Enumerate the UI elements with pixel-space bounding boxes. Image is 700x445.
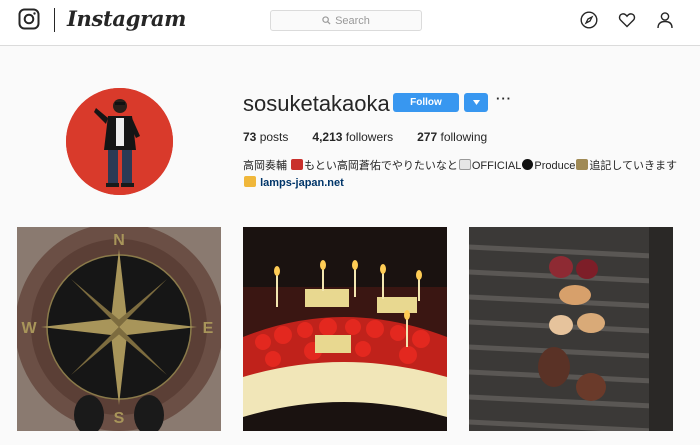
more-options-button[interactable]: ··· <box>496 91 512 106</box>
compass-letter-w: W <box>21 320 37 337</box>
profile-username: sosuketakaoka <box>243 91 390 116</box>
compass-letter-s: S <box>114 410 125 427</box>
nav-icons <box>580 11 674 29</box>
bio-text-1: もとい高岡蒼佑でやりたいなと <box>304 160 458 172</box>
eight-ball-icon <box>522 159 534 170</box>
profile-bio: 高岡奏輔 もとい高岡蒼佑でやりたいなと OFFICIAL Produce 追記していき… <box>243 158 683 192</box>
followers-count: 4,213 <box>312 130 343 144</box>
posts-stat: 73 posts <box>243 130 288 144</box>
compass-letter-e: E <box>203 320 214 337</box>
profile-user-icon[interactable] <box>656 11 674 29</box>
top-nav: Instagram Search <box>0 0 700 46</box>
followers-label: followers <box>345 130 394 144</box>
heart-activity-icon[interactable] <box>618 11 636 29</box>
birthday-cake-photo <box>243 227 447 431</box>
follow-button[interactable]: Follow <box>393 93 459 112</box>
bio-text-2: OFFICIAL <box>471 160 522 172</box>
compass-explore-icon[interactable] <box>580 11 598 29</box>
posts-label: posts <box>259 130 289 144</box>
following-stat[interactable]: 277 following <box>417 130 487 144</box>
instagram-camera-icon[interactable] <box>18 8 40 30</box>
following-label: following <box>440 130 488 144</box>
film-strip-icon <box>576 159 589 170</box>
grilled-food-photo <box>469 227 673 431</box>
writing-hand-icon <box>244 176 256 187</box>
compass-letter-n: N <box>113 232 125 249</box>
search-input[interactable]: Search <box>270 10 422 31</box>
avatar-person-image <box>66 88 173 195</box>
bio-text-3: Produce <box>534 160 576 172</box>
search-icon <box>322 16 331 25</box>
compass-floor-photo: N E S W <box>17 227 221 431</box>
bio-line-2: lamps-japan.net <box>243 175 683 192</box>
instagram-wordmark[interactable]: Instagram <box>67 6 186 31</box>
bio-website-link[interactable]: lamps-japan.net <box>260 177 344 189</box>
red-cup-icon <box>291 159 304 170</box>
following-count: 277 <box>417 130 438 144</box>
bio-name: 高岡奏輔 <box>243 160 287 172</box>
bio-text-4: 追記していきます <box>589 160 678 172</box>
search-placeholder: Search <box>335 14 370 27</box>
suggestions-dropdown-button[interactable] <box>464 93 488 112</box>
posts-count: 73 <box>243 130 257 144</box>
nav-divider <box>54 8 55 32</box>
dice-icon <box>458 159 471 170</box>
post-birthday-cake[interactable] <box>243 227 447 431</box>
post-compass[interactable]: N E S W <box>17 227 221 431</box>
followers-stat[interactable]: 4,213 followers <box>312 130 393 144</box>
profile-stats: 73 posts 4,213 followers 277 following <box>243 130 487 144</box>
profile-avatar[interactable] <box>66 88 173 195</box>
caret-down-icon <box>472 100 480 105</box>
post-grilled-food[interactable] <box>469 227 673 431</box>
bio-line-1: 高岡奏輔 もとい高岡蒼佑でやりたいなと OFFICIAL Produce 追記していき… <box>243 158 683 175</box>
